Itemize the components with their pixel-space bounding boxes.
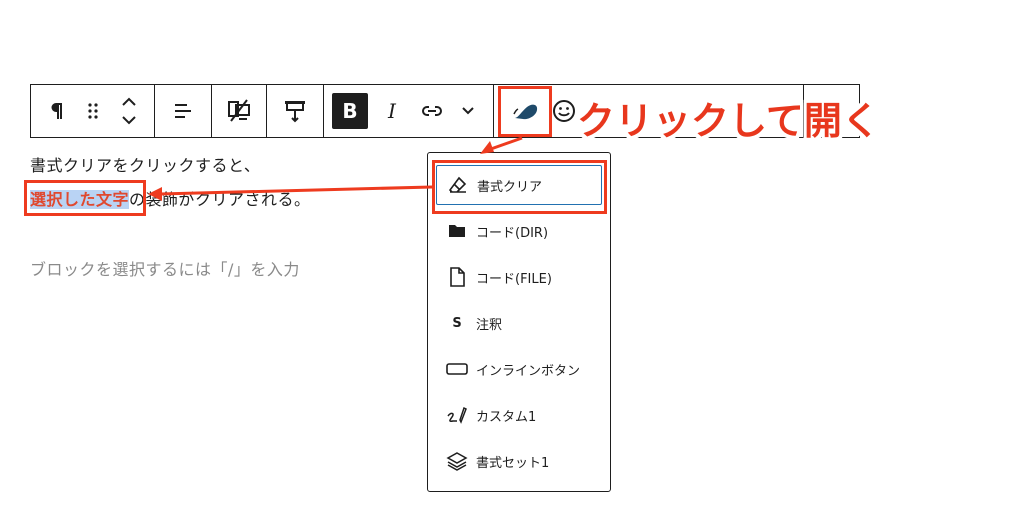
menu-item-label: 注釈 <box>476 317 503 333</box>
menu-item-label: インラインボタン <box>476 363 581 379</box>
menu-item-format-set1[interactable]: 書式セット1 <box>436 441 602 481</box>
drag-handle-icon <box>88 103 98 119</box>
file-icon <box>446 266 468 288</box>
annotation-callout: クリックして開く <box>577 99 880 143</box>
more-formats-button[interactable] <box>450 93 486 129</box>
italic-button[interactable]: I <box>374 93 410 129</box>
align-group <box>155 85 212 137</box>
device-visibility-button[interactable] <box>221 93 257 129</box>
menu-item-label: カスタム1 <box>476 409 537 425</box>
format-group: B I <box>324 85 494 137</box>
menu-item-custom1[interactable]: カスタム1 <box>436 395 602 435</box>
highlight-format-set-button <box>498 86 552 137</box>
layers-icon <box>446 450 468 472</box>
smiley-icon <box>553 100 575 122</box>
block-controls-group <box>31 85 155 137</box>
drag-handle-button[interactable] <box>75 93 111 129</box>
bold-button[interactable]: B <box>332 93 368 129</box>
align-button[interactable] <box>165 93 201 129</box>
device-visibility-group <box>212 85 267 137</box>
chevron-up-down-icon <box>122 97 136 125</box>
spacing-icon <box>285 101 305 123</box>
menu-item-code-dir[interactable]: コード(DIR) <box>436 211 602 251</box>
paragraph-line-2-rest: の装飾がクリアされる。 <box>129 190 311 209</box>
menu-item-annotation[interactable]: S 注釈 <box>436 303 602 343</box>
link-button[interactable] <box>414 93 450 129</box>
pilcrow-icon <box>51 103 62 119</box>
menu-item-label: 書式セット1 <box>476 455 550 471</box>
button-outline-icon <box>446 358 468 380</box>
menu-item-label: コード(DIR) <box>476 225 549 241</box>
menu-item-code-file[interactable]: コード(FILE) <box>436 257 602 297</box>
highlight-selected-text <box>24 180 146 216</box>
device-hidden-icon <box>228 99 250 122</box>
paragraph-line-1[interactable]: 書式クリアをクリックすると、 <box>30 152 260 176</box>
align-left-icon <box>175 104 191 118</box>
folder-icon <box>446 220 468 242</box>
move-up-down-buttons[interactable] <box>111 93 147 129</box>
s-letter-icon: S <box>452 315 462 331</box>
signature-icon <box>446 404 468 426</box>
block-placeholder[interactable]: ブロックを選択するには「/」を入力 <box>30 256 300 280</box>
spacing-button[interactable] <box>277 93 313 129</box>
spacing-group <box>267 85 324 137</box>
menu-item-label: コード(FILE) <box>476 271 552 287</box>
highlight-clear-format-item <box>432 160 607 214</box>
paragraph-block-button[interactable] <box>39 93 75 129</box>
link-icon <box>422 106 442 116</box>
menu-item-inline-button[interactable]: インラインボタン <box>436 349 602 389</box>
chevron-down-icon <box>462 107 474 115</box>
